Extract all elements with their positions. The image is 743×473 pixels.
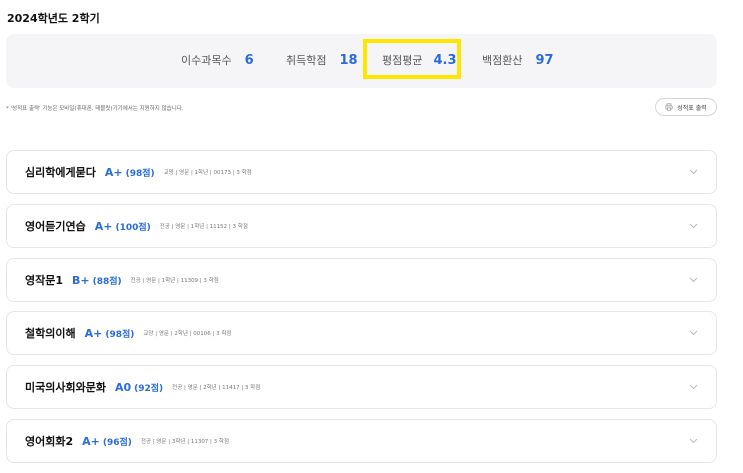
course-meta: 교양 | 영문 | 2학년 | 00106 | 3 학점 [143, 331, 232, 337]
print-notice: * '성적표 출력' 기능은 모바일(휴대폰, 태블릿)기기에서는 지원하지 않… [6, 106, 184, 112]
course-grade: B+ [72, 273, 90, 287]
course-meta: 교양 | 영문 | 1학년 | 00173 | 3 학점 [163, 170, 252, 176]
stat-value: 6 [244, 53, 254, 68]
course-score: (98점) [105, 329, 135, 340]
printer-icon [665, 103, 673, 111]
course-card[interactable]: 영작문1 B+ (88점) 전공 | 영문 | 1학년 | 11309 | 3 학점 [6, 258, 717, 302]
course-card[interactable]: 영어듣기연습 A+ (100점) 전공 | 영문 | 1학년 | 11152 | 3 … [6, 204, 717, 248]
print-button-label: 성적표 출력 [677, 104, 707, 112]
chevron-down-icon[interactable] [689, 223, 698, 229]
course-name: 영어듣기연습 [25, 220, 86, 233]
stat-label: 백점환산 [482, 54, 523, 67]
chevron-down-icon[interactable] [689, 277, 698, 283]
stat-label: 이수과목수 [181, 54, 232, 67]
course-grade: A+ [82, 434, 100, 448]
course-score: (88점) [92, 276, 122, 287]
course-card[interactable]: 철학의이해 A+ (98점) 교양 | 영문 | 2학년 | 00106 | 3 학점 [6, 311, 717, 355]
course-card[interactable]: 미국의사회와문화 A0 (92점) 전공 | 영문 | 2학년 | 11417 | 3… [6, 365, 717, 409]
semester-title: 2024학년도 2학기 [7, 12, 100, 25]
grade-summary: 이수과목수 6 취득학점 18 평점평균 4.3 백점환산 97 [6, 34, 717, 88]
stat-value: 18 [339, 53, 358, 68]
course-score: (96점) [102, 437, 132, 448]
course-name: 영어회화2 [25, 435, 74, 448]
course-meta: 전공 | 영문 | 2학년 | 11417 | 3 학점 [172, 385, 261, 391]
chevron-down-icon[interactable] [689, 438, 698, 444]
stat-value: 97 [535, 53, 554, 68]
course-name: 심리학에게묻다 [25, 166, 96, 179]
course-name: 철학의이해 [25, 327, 76, 340]
chevron-down-icon[interactable] [689, 330, 698, 336]
stat-percentile: 백점환산 97 [482, 52, 554, 68]
course-meta: 전공 | 영문 | 1학년 | 11309 | 3 학점 [130, 278, 219, 284]
print-transcript-button[interactable]: 성적표 출력 [655, 98, 717, 116]
course-name: 미국의사회와문화 [25, 381, 106, 394]
stat-earned-credits: 취득학점 18 [286, 52, 358, 68]
chevron-down-icon[interactable] [689, 169, 698, 175]
course-grade: A+ [84, 326, 103, 340]
course-score: (100점) [115, 222, 151, 233]
course-grade: A+ [94, 219, 113, 233]
course-meta: 전공 | 영문 | 1학년 | 11152 | 3 학점 [159, 224, 248, 230]
stat-label: 취득학점 [286, 54, 327, 67]
course-grade: A0 [114, 380, 132, 394]
course-score: (92점) [134, 383, 164, 394]
course-score: (98점) [125, 168, 155, 179]
course-meta: 전공 | 영문 | 3학년 | 11307 | 3 학점 [140, 439, 230, 445]
gpa-highlight-box [363, 39, 461, 79]
course-card[interactable]: 영어회화2 A+ (96점) 전공 | 영문 | 3학년 | 11307 | 3 학점 [6, 419, 717, 463]
stat-course-count: 이수과목수 6 [181, 52, 254, 68]
chevron-down-icon[interactable] [689, 384, 698, 390]
course-grade: A+ [104, 165, 123, 179]
course-card[interactable]: 심리학에게묻다 A+ (98점) 교양 | 영문 | 1학년 | 00173 | 3 … [6, 150, 717, 194]
course-name: 영작문1 [25, 274, 64, 287]
